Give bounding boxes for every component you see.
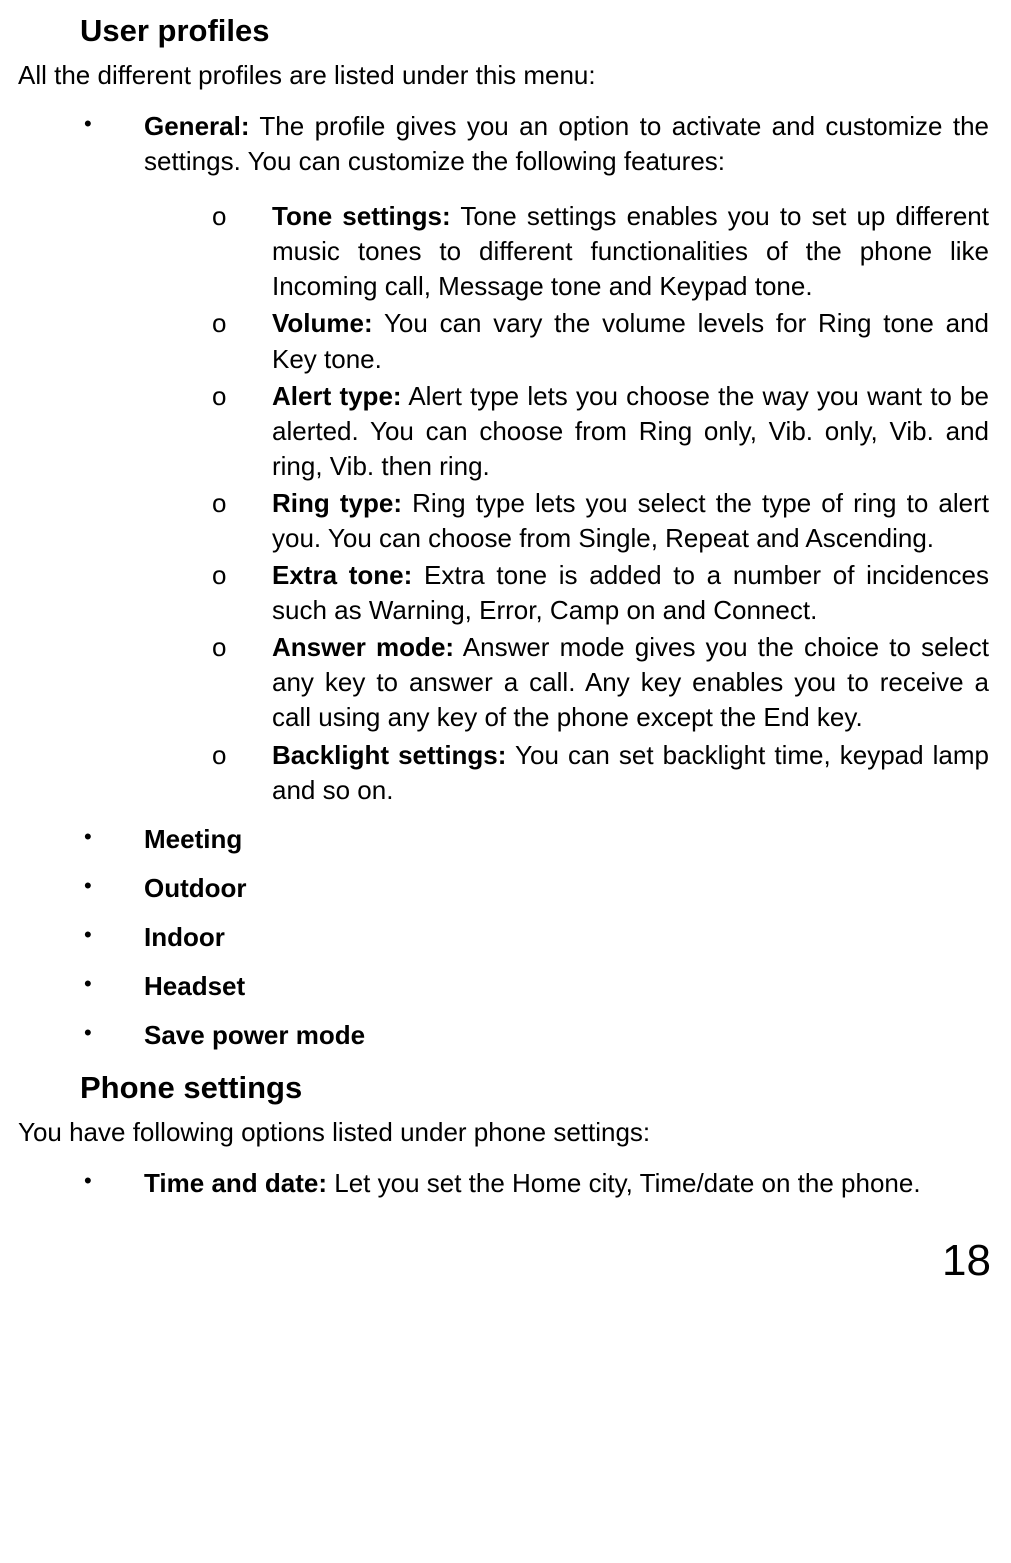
list-item: • Outdoor [82,871,989,906]
item-label: Extra tone: [272,560,412,590]
bullet-icon: • [84,973,92,995]
bullet-icon: o [212,486,226,521]
list-item: oAlert type: Alert type lets you choose … [212,379,989,484]
list-item: • Save power mode [82,1018,989,1053]
sublist: oTone settings: Tone settings enables yo… [212,199,989,808]
bullet-icon: o [212,306,226,341]
list-item: o Volume: You can vary the volume levels … [212,306,989,376]
item-label: Meeting [144,824,242,854]
bullet-icon: • [84,924,92,946]
page-number: 18 [12,1231,999,1290]
item-label: General: [144,111,250,141]
item-label: Headset [144,971,245,1001]
section-intro: You have following options listed under … [18,1115,999,1150]
profiles-list: • General: The profile gives you an opti… [82,109,989,1053]
list-item: • General: The profile gives you an opti… [82,109,989,808]
phone-settings-list: • Time and date: Let you set the Home ci… [82,1166,989,1201]
bullet-icon: • [84,1022,92,1044]
bullet-icon: • [84,113,92,135]
bullet-icon: o [212,379,226,414]
item-label: Tone settings: [272,201,451,231]
bullet-icon: • [84,875,92,897]
item-text: Let you set the Home city, Time/date on … [327,1168,921,1198]
list-item: oRing type: Ring type lets you select th… [212,486,989,556]
section-intro: All the different profiles are listed un… [18,58,999,93]
list-item: • Meeting [82,822,989,857]
item-label: Time and date: [144,1168,327,1198]
item-label: Backlight settings: [272,740,506,770]
bullet-icon: o [212,630,226,665]
section-heading: User profiles [80,10,999,52]
item-text: The profile gives you an option to activ… [144,111,989,176]
list-item: • Headset [82,969,989,1004]
item-label: Ring type: [272,488,402,518]
bullet-icon: o [212,558,226,593]
bullet-icon: • [84,1170,92,1192]
section-heading: Phone settings [80,1067,999,1109]
list-item: oBacklight settings: You can set backlig… [212,738,989,808]
list-item: oTone settings: Tone settings enables yo… [212,199,989,304]
list-item: oAnswer mode: Answer mode gives you the … [212,630,989,735]
item-text: You can vary the volume levels for Ring … [272,308,989,373]
bullet-icon: o [212,199,226,234]
list-item: • Time and date: Let you set the Home ci… [82,1166,989,1201]
list-item: oExtra tone: Extra tone is added to a nu… [212,558,989,628]
bullet-icon: • [84,826,92,848]
bullet-icon: o [212,738,226,773]
item-label: Save power mode [144,1020,365,1050]
item-label: Alert type: [272,381,402,411]
item-label: Volume: [272,308,373,338]
list-item: • Indoor [82,920,989,955]
item-label: Indoor [144,922,225,952]
item-label: Outdoor [144,873,247,903]
item-label: Answer mode: [272,632,454,662]
